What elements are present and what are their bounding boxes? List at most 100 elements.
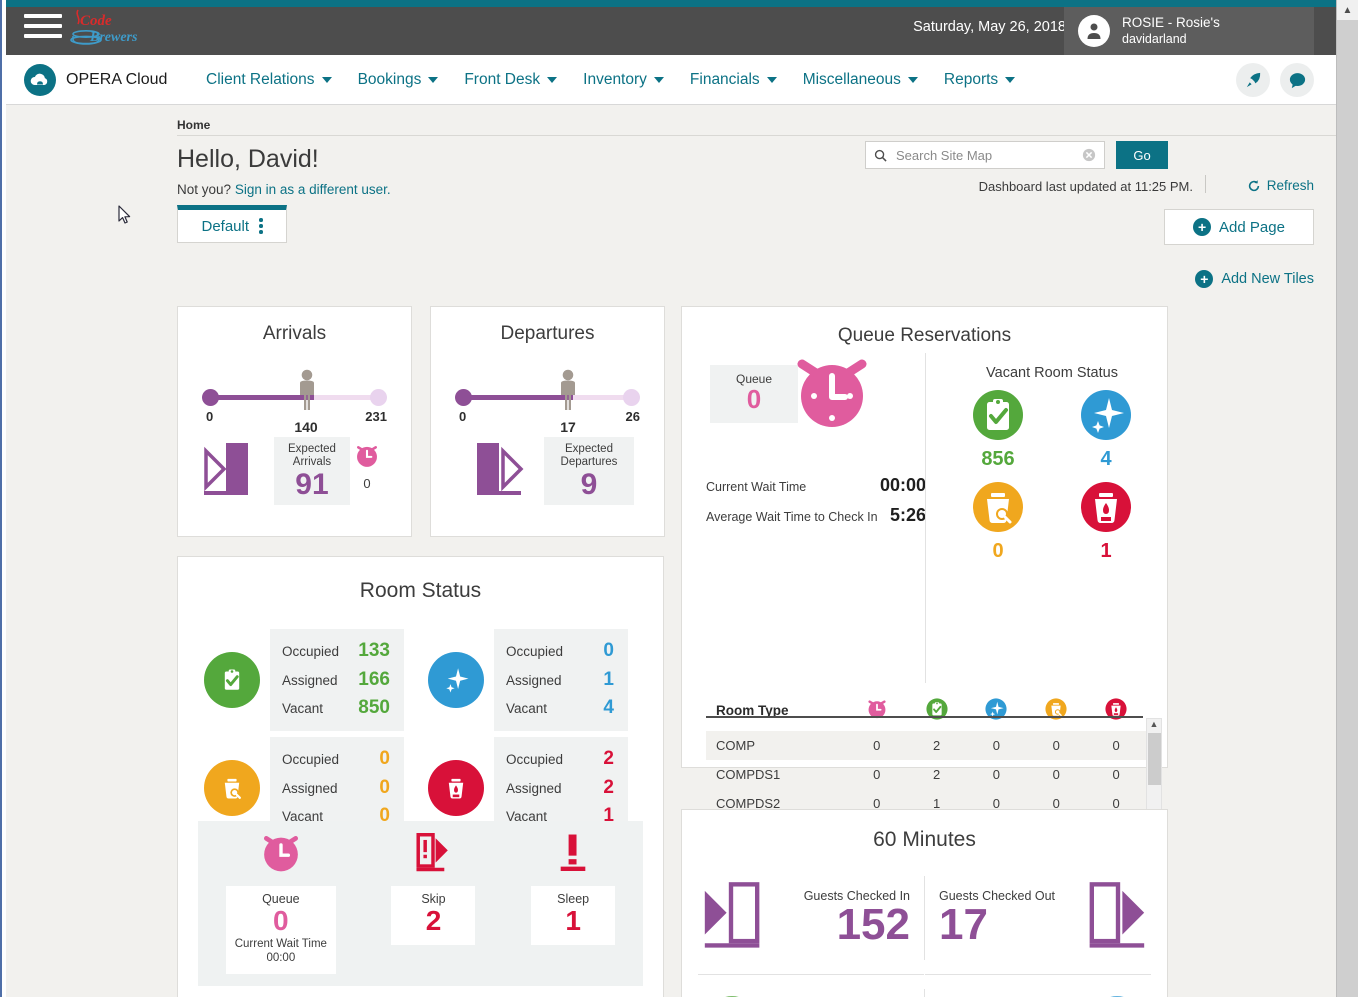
slider-min-dot <box>202 389 219 406</box>
browser-vertical-scrollbar[interactable]: ▲ <box>1336 0 1358 997</box>
scrollbar-up-arrow[interactable]: ▲ <box>1337 0 1358 20</box>
user-name: ROSIE - Rosie's <box>1122 14 1220 30</box>
add-new-tiles-button[interactable]: + Add New Tiles <box>1195 270 1314 288</box>
nav-item-financials[interactable]: Financials <box>690 71 777 89</box>
col-header-dirty <box>1086 692 1146 731</box>
cell-count-5: 0 <box>1112 767 1120 782</box>
hamburger-icon[interactable] <box>24 14 62 42</box>
sign-in-different-user-link[interactable]: Sign in as a different user. <box>235 182 391 197</box>
chevron-down-icon <box>1005 77 1016 83</box>
page-content: Home Hello, David! Not you? Sign in as a… <box>6 105 1336 997</box>
tile-arrivals[interactable]: Arrivals 0 231 140 Expected Arrivals 91 … <box>177 306 412 537</box>
rsb-skip[interactable]: Skip 2 <box>391 831 476 986</box>
room-status-group-clean[interactable]: Occupied 0 Assigned 1 Vacant 4 <box>428 629 628 731</box>
expected-arrivals-bubble: Expected Arrivals 91 <box>274 437 350 505</box>
refresh-divider <box>1205 175 1206 193</box>
alarm-clock-icon <box>263 835 298 872</box>
navbar-right-actions <box>1236 63 1314 97</box>
nav-label: Front Desk <box>464 71 541 88</box>
rsb-label: Queue <box>262 892 300 906</box>
opera-cloud-home-link[interactable]: OPERA Cloud <box>24 64 167 96</box>
average-wait-label: Average Wait Time to Check In <box>706 510 878 524</box>
nav-item-miscellaneous[interactable]: Miscellaneous <box>803 71 918 89</box>
rsb-sleep[interactable]: Sleep 1 <box>531 831 616 986</box>
nav-item-reports[interactable]: Reports <box>943 71 1016 89</box>
tile-60-minutes[interactable]: 60 Minutes Guests Checked In 152 Guests … <box>681 809 1168 997</box>
cell-guests-checked-out[interactable]: Guests Checked Out 17 <box>925 862 1151 974</box>
room-status-bottom-strip: Queue 0 Current Wait Time 00:00 Skip 2 S… <box>198 821 643 986</box>
vacant-inspected-cell[interactable]: 856 <box>944 389 1052 471</box>
vacant-room-status-title: Vacant Room Status <box>986 365 1118 381</box>
nav-item-bookings[interactable]: Bookings <box>358 71 439 89</box>
expected-departures-value: 9 <box>580 468 598 502</box>
tile-queue-title: Queue Reservations <box>837 325 1012 346</box>
rs-value: 166 <box>358 668 390 690</box>
expected-arrivals-label-1: Expected <box>288 443 336 455</box>
nav-item-client-relations[interactable]: Client Relations <box>206 71 332 89</box>
tile-room-status[interactable]: Room Status Occupied 133 Assigned 166 Vaca… <box>177 556 664 997</box>
clipboard-check-icon <box>204 651 260 708</box>
cell-count-1: 0 <box>873 767 881 782</box>
cell-room-type: COMPDS1 <box>716 767 781 782</box>
table-header-row: Room Type <box>706 692 1146 731</box>
rs-label: Occupied <box>282 752 340 767</box>
chevron-down-icon <box>907 77 918 83</box>
nav-label: Bookings <box>357 71 422 88</box>
user-menu[interactable]: ROSIE - Rosie's davidarland <box>1064 7 1314 55</box>
value: 152 <box>836 900 910 949</box>
vacant-pickup-cell[interactable]: 0 <box>944 481 1052 563</box>
table-scroll-up-arrow[interactable]: ▲ <box>1150 719 1159 729</box>
add-page-button[interactable]: + Add Page <box>1164 209 1314 245</box>
rs-value: 133 <box>358 640 390 661</box>
teal-accent-strip <box>6 0 1336 7</box>
nav-label: Reports <box>943 71 999 88</box>
tile-60-minutes-title: 60 Minutes <box>873 828 976 851</box>
room-status-group-inspected[interactable]: Occupied 133 Assigned 166 Vacant 850 <box>204 629 404 731</box>
table-scroll-thumb[interactable] <box>1148 733 1161 785</box>
dashboard-updated-text: Dashboard last updated at 11:25 PM. <box>978 179 1193 194</box>
arrivals-slider: 0 231 140 <box>178 359 411 435</box>
cell-rooms-cleaned[interactable]: Rooms Cleaned 4 <box>925 975 1151 997</box>
breadcrumb[interactable]: Home <box>177 118 210 132</box>
tile-queue-reservations[interactable]: Queue Reservations Queue 0 Current Wait … <box>681 306 1168 876</box>
cell-guests-checked-in[interactable]: Guests Checked In 152 <box>698 862 924 974</box>
cell-rooms-inspected[interactable]: Rooms Inspected 0 <box>698 975 924 997</box>
rocket-icon[interactable] <box>1236 63 1270 97</box>
col-header-queue <box>847 692 907 731</box>
expected-departures-label-2: Departures <box>560 456 618 469</box>
departures-max: 26 <box>625 409 640 424</box>
table-row[interactable]: COMP 0 2 0 0 0 <box>706 731 1146 760</box>
vacant-clean-cell[interactable]: 4 <box>1052 389 1160 471</box>
slider-min-dot <box>455 389 472 406</box>
trash-inspect-icon <box>973 482 1023 532</box>
kebab-menu-icon[interactable] <box>259 218 263 234</box>
nav-label: Financials <box>689 71 760 88</box>
search-input[interactable] <box>894 146 1082 164</box>
current-date: Saturday, May 26, 2018 <box>913 19 1066 35</box>
nav-item-inventory[interactable]: Inventory <box>583 71 664 89</box>
chevron-down-icon <box>321 77 332 83</box>
refresh-button[interactable]: Refresh <box>1247 178 1314 193</box>
breadcrumb-divider <box>177 135 1336 136</box>
rsb-label: Sleep <box>557 892 590 906</box>
rsb-value: 2 <box>425 905 442 936</box>
go-button[interactable]: Go <box>1116 141 1168 169</box>
slider-track <box>461 395 634 400</box>
person-marker-icon <box>296 369 318 416</box>
chat-icon[interactable] <box>1280 63 1314 97</box>
rsb-queue[interactable]: Queue 0 Current Wait Time 00:00 <box>225 831 336 986</box>
chevron-down-icon <box>428 77 439 83</box>
tile-departures[interactable]: Departures 0 26 17 Expected Departures 9 <box>430 306 665 537</box>
clear-circle-icon[interactable] <box>1082 148 1096 162</box>
table-row[interactable]: COMPDS1 0 2 0 0 0 <box>706 760 1146 789</box>
rs-label: Occupied <box>282 644 340 659</box>
trash-dirty-icon <box>1081 482 1131 532</box>
vacant-dirty-cell[interactable]: 1 <box>1052 481 1160 563</box>
rsb-card: Skip 2 <box>391 886 476 945</box>
sixty-minutes-row-2: Rooms Inspected 0 Rooms Cleaned 4 <box>698 975 1151 997</box>
tab-default[interactable]: Default <box>177 205 287 243</box>
cell-room-type: COMP <box>716 738 755 753</box>
top-bar: Code Brewers Saturday, May 26, 2018 ROSI… <box>6 0 1336 55</box>
nav-item-front-desk[interactable]: Front Desk <box>464 71 558 89</box>
search-site-map-box[interactable] <box>865 141 1105 169</box>
